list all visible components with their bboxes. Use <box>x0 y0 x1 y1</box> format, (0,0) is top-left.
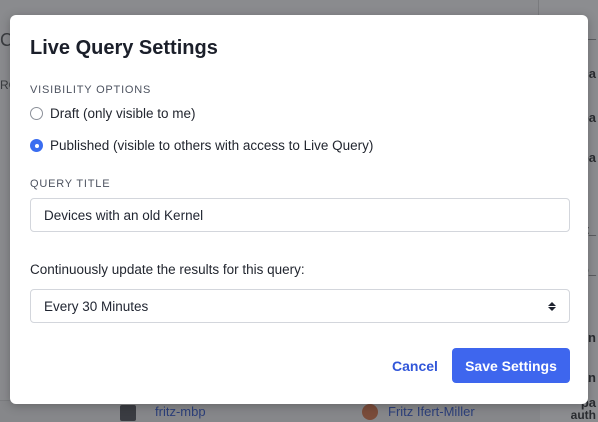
update-frequency-value: Every 30 Minutes <box>44 298 149 314</box>
select-arrows-icon <box>548 301 556 311</box>
bg-fragment: auth <box>570 408 596 422</box>
update-frequency-label: Continuously update the results for this… <box>30 262 305 277</box>
update-frequency-select[interactable]: Every 30 Minutes <box>30 289 570 323</box>
radio-label-draft: Draft (only visible to me) <box>50 106 196 121</box>
user-link: Fritz Ifert-Miller <box>388 404 475 419</box>
query-title-label: QUERY TITLE <box>30 178 111 190</box>
laptop-icon <box>120 405 136 421</box>
modal-title: Live Query Settings <box>30 37 218 59</box>
visibility-options-label: VISIBILITY OPTIONS <box>30 84 152 96</box>
query-title-input[interactable] <box>30 198 570 232</box>
radio-button-published[interactable] <box>30 139 43 152</box>
radio-label-published: Published (visible to others with access… <box>50 138 374 153</box>
cancel-button[interactable]: Cancel <box>382 348 448 383</box>
avatar <box>362 404 378 420</box>
save-settings-button[interactable]: Save Settings <box>452 348 570 383</box>
device-link: fritz-mbp <box>155 404 206 419</box>
live-query-settings-modal: Live Query Settings VISIBILITY OPTIONS D… <box>10 15 588 404</box>
radio-draft[interactable]: Draft (only visible to me) <box>30 106 196 121</box>
radio-button-draft[interactable] <box>30 107 43 120</box>
radio-published[interactable]: Published (visible to others with access… <box>30 138 373 153</box>
